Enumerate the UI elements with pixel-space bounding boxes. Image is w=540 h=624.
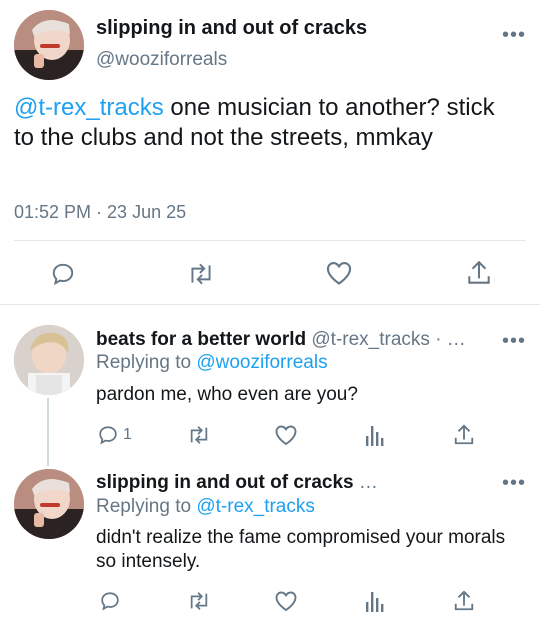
main-tweet-mention[interactable]: @t-rex_tracks [14, 94, 164, 121]
reply1-analytics-button[interactable] [365, 424, 385, 446]
retweet-button[interactable] [186, 261, 216, 287]
retweet-icon [191, 263, 211, 285]
like-icon [275, 425, 297, 446]
reply2-reply-button[interactable] [99, 590, 121, 612]
reply-icon [99, 426, 117, 445]
retweet-icon [190, 592, 208, 610]
reply2-handle[interactable]: … [354, 472, 378, 493]
reply2-replying-mention[interactable]: @t-rex_tracks [196, 496, 315, 517]
reply2-share-button[interactable] [453, 589, 475, 613]
analytics-icon [366, 426, 384, 446]
share-icon [454, 590, 474, 611]
main-tweet-text: @t-rex_tracks one musician to another? s… [14, 93, 514, 153]
reply-icon [52, 263, 74, 286]
reply1-reply-button[interactable]: 1 [97, 424, 132, 446]
reply1-replying-to: Replying to @wooziforreals [96, 352, 328, 374]
more-icon[interactable]: ••• [502, 25, 526, 45]
section-divider [0, 304, 540, 305]
reply2-like-button[interactable] [274, 590, 298, 612]
thread-connector [47, 398, 49, 466]
reply-button[interactable] [50, 261, 76, 287]
reply1-like-button[interactable] [274, 424, 298, 446]
reply2-replying-to: Replying to @t-rex_tracks [96, 496, 315, 518]
main-tweet-timestamp[interactable]: 01:52 PM · 23 Jun 25 [14, 202, 186, 223]
share-icon [468, 260, 490, 284]
reply2-analytics-button[interactable] [365, 590, 385, 612]
main-tweet: slipping in and out of cracks @wooziforr… [0, 0, 540, 304]
reply2-avatar[interactable] [14, 469, 84, 539]
reply1-text: pardon me, who even are you? [96, 384, 358, 405]
reply1-replying-mention[interactable]: @wooziforreals [196, 352, 327, 373]
reply2-replying-prefix: Replying to [96, 496, 197, 517]
reply1-replying-prefix: Replying to [96, 352, 197, 373]
main-tweet-display-name[interactable]: slipping in and out of cracks [96, 17, 367, 40]
reply1-reply-count: 1 [123, 426, 132, 443]
retweet-icon [190, 426, 208, 444]
like-icon [275, 591, 297, 612]
reply2-display-name[interactable]: slipping in and out of cracks [96, 472, 354, 493]
reply1-handle[interactable]: @t-rex_tracks · … [311, 329, 465, 350]
reply2-text: didn't realize the fame compromised your… [96, 527, 506, 572]
reply1-avatar[interactable] [14, 325, 84, 395]
like-icon [326, 262, 352, 285]
more-icon[interactable]: ••• [502, 473, 526, 493]
reply2-retweet-button[interactable] [186, 590, 212, 612]
like-button[interactable] [325, 260, 353, 286]
reply1-display-name[interactable]: beats for a better world [96, 329, 306, 350]
main-tweet-avatar[interactable] [14, 10, 84, 80]
reply1-name-row: beats for a better world @t-rex_tracks ·… [96, 329, 466, 351]
share-button[interactable] [466, 259, 492, 287]
analytics-icon [366, 592, 384, 612]
share-icon [454, 424, 474, 445]
main-tweet-handle[interactable]: @wooziforreals [96, 49, 227, 71]
reply2-name-row: slipping in and out of cracks … [96, 472, 378, 494]
reply1-retweet-button[interactable] [186, 424, 212, 446]
reply-icon [101, 592, 119, 611]
more-icon[interactable]: ••• [502, 331, 526, 351]
reply1-share-button[interactable] [453, 423, 475, 447]
divider [14, 240, 526, 241]
